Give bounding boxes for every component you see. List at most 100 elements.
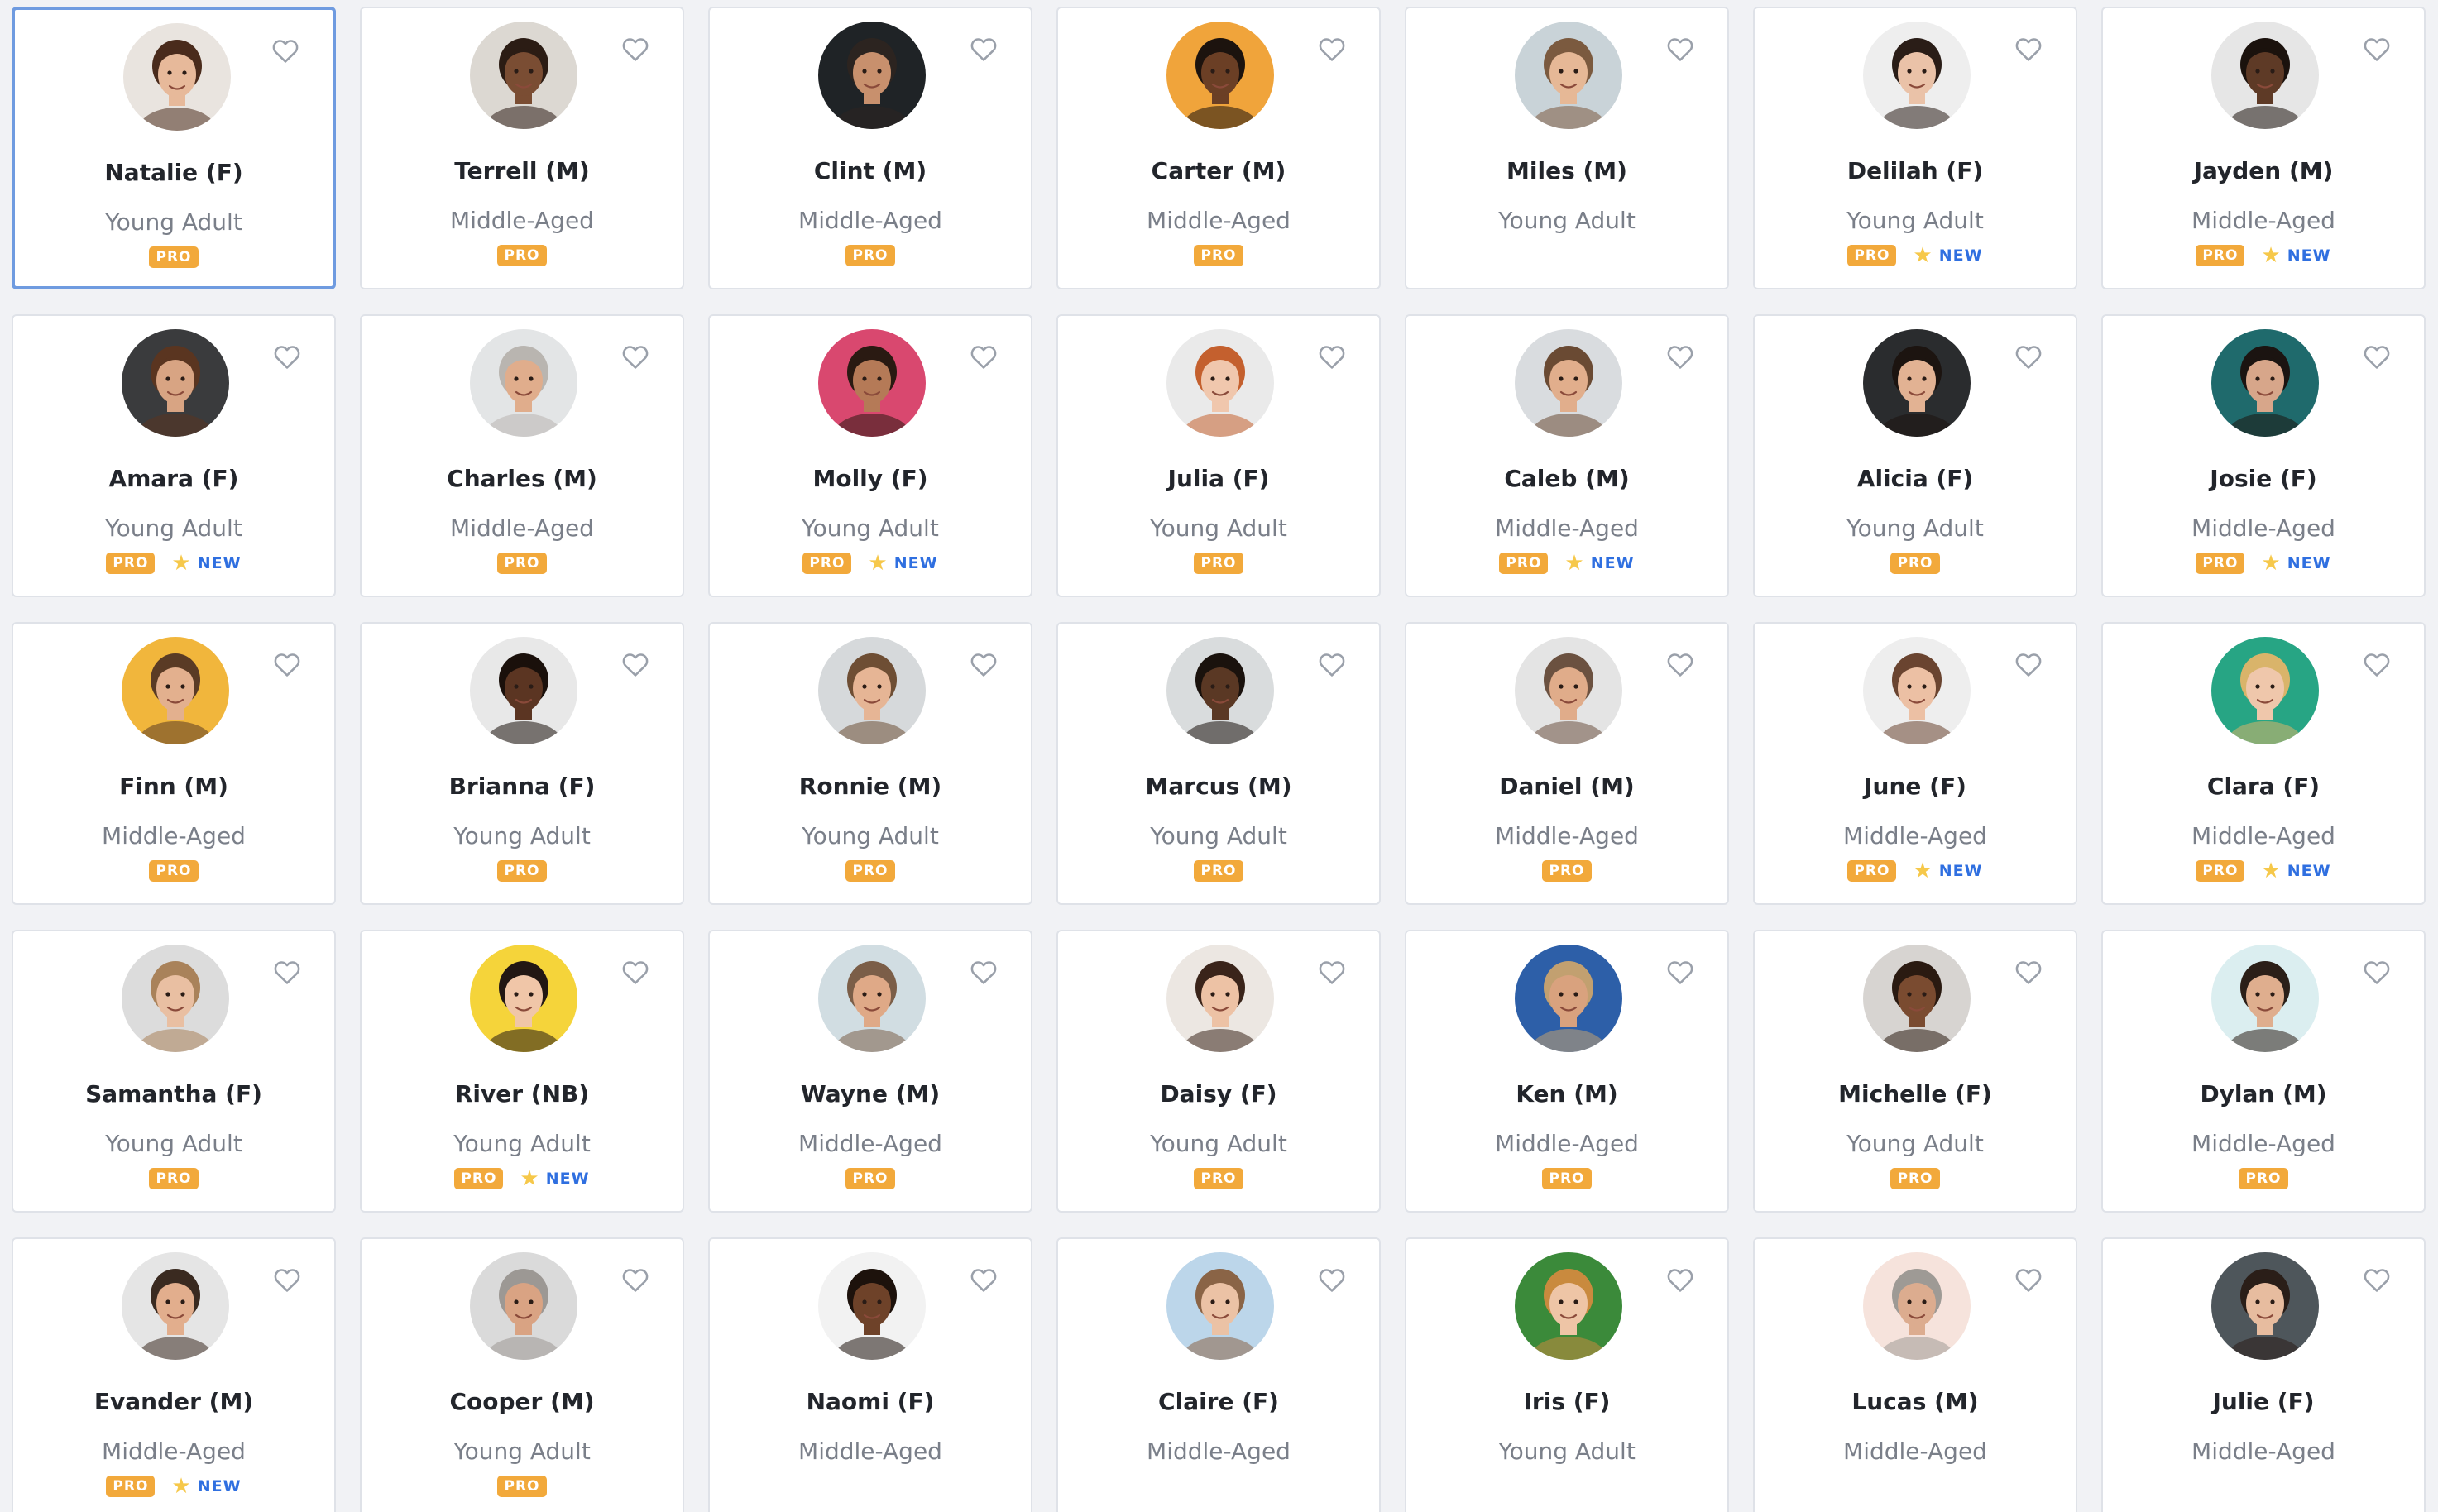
heart-outline-icon[interactable] [620, 956, 651, 988]
avatar-card[interactable]: Delilah (F) Young Adult PRO ★ NEW [1753, 7, 2077, 289]
avatar-card[interactable]: Finn (M) Middle-Aged PRO [12, 622, 336, 905]
heart-outline-icon[interactable] [1664, 956, 1696, 988]
avatar-card[interactable]: Samantha (F) Young Adult PRO [12, 930, 336, 1213]
heart-outline-icon[interactable] [968, 956, 999, 988]
heart-outline-icon[interactable] [968, 33, 999, 65]
badge-row: PRO [13, 1168, 334, 1189]
avatar-card[interactable]: Claire (F) Middle-Aged [1056, 1237, 1381, 1512]
heart-outline-icon[interactable] [1316, 341, 1348, 372]
heart-outline-icon[interactable] [1664, 33, 1696, 65]
heart-outline-icon[interactable] [1316, 1264, 1348, 1295]
avatar-card[interactable]: Naomi (F) Middle-Aged [708, 1237, 1032, 1512]
avatar-card[interactable]: Michelle (F) Young Adult PRO [1753, 930, 2077, 1213]
avatar-card[interactable]: Caleb (M) Middle-Aged PRO ★ NEW [1405, 314, 1729, 597]
avatar-name: Lucas (M) [1851, 1388, 1979, 1415]
new-badge-group: ★ NEW [868, 553, 937, 574]
avatar-card[interactable]: Clara (F) Middle-Aged PRO ★ NEW [2101, 622, 2426, 905]
heart-outline-icon[interactable] [2361, 1264, 2392, 1295]
avatar-card[interactable]: Daisy (F) Young Adult PRO [1056, 930, 1381, 1213]
pro-badge: PRO [497, 860, 547, 882]
avatar-card[interactable]: Marcus (M) Young Adult PRO [1056, 622, 1381, 905]
heart-outline-icon[interactable] [2361, 33, 2392, 65]
heart-outline-icon[interactable] [2013, 956, 2044, 988]
heart-outline-icon[interactable] [2013, 341, 2044, 372]
heart-outline-icon[interactable] [2013, 33, 2044, 65]
avatar-card[interactable]: Ken (M) Middle-Aged PRO [1405, 930, 1729, 1213]
heart-outline-icon[interactable] [1664, 341, 1696, 372]
heart-outline-icon[interactable] [620, 1264, 651, 1295]
avatar-portrait [1863, 945, 1971, 1052]
heart-outline-icon[interactable] [968, 1264, 999, 1295]
new-badge: NEW [197, 1477, 242, 1495]
avatar-card[interactable]: River (NB) Young Adult PRO ★ NEW [360, 930, 684, 1213]
heart-outline-icon[interactable] [1316, 648, 1348, 680]
avatar-name: Molly (F) [812, 465, 928, 492]
avatar-card[interactable]: Dylan (M) Middle-Aged PRO [2101, 930, 2426, 1213]
avatar-card[interactable]: Jayden (M) Middle-Aged PRO ★ NEW [2101, 7, 2426, 289]
heart-outline-icon[interactable] [271, 341, 303, 372]
heart-outline-icon[interactable] [1664, 1264, 1696, 1295]
avatar-card[interactable]: June (F) Middle-Aged PRO ★ NEW [1753, 622, 2077, 905]
avatar-name: Amara (F) [108, 465, 239, 492]
avatar-card[interactable]: Lucas (M) Middle-Aged [1753, 1237, 2077, 1512]
avatar-card[interactable]: Julie (F) Middle-Aged [2101, 1237, 2426, 1512]
heart-outline-icon[interactable] [271, 1264, 303, 1295]
heart-outline-icon[interactable] [2013, 648, 2044, 680]
badge-row: PRO [13, 860, 334, 882]
avatar-card[interactable]: Wayne (M) Middle-Aged PRO [708, 930, 1032, 1213]
avatar-card[interactable]: Brianna (F) Young Adult PRO [360, 622, 684, 905]
badge-row: PRO [1058, 553, 1379, 574]
badge-row: PRO ★ NEW [1406, 553, 1727, 574]
heart-outline-icon[interactable] [1664, 648, 1696, 680]
heart-outline-icon[interactable] [2361, 956, 2392, 988]
avatar-card[interactable]: Ronnie (M) Young Adult PRO [708, 622, 1032, 905]
avatar-name: Miles (M) [1506, 157, 1627, 184]
badge-row: PRO ★ NEW [2103, 245, 2424, 266]
heart-outline-icon[interactable] [2361, 341, 2392, 372]
avatar-portrait [1166, 22, 1274, 129]
avatar-card[interactable]: Miles (M) Young Adult [1405, 7, 1729, 289]
pro-badge: PRO [2239, 1168, 2288, 1189]
heart-outline-icon[interactable] [1316, 33, 1348, 65]
badge-row: PRO [710, 1168, 1031, 1189]
avatar-card[interactable]: Natalie (F) Young Adult PRO [12, 7, 336, 289]
heart-outline-icon[interactable] [270, 35, 301, 66]
heart-outline-icon[interactable] [1316, 956, 1348, 988]
avatar-card[interactable]: Amara (F) Young Adult PRO ★ NEW [12, 314, 336, 597]
heart-outline-icon[interactable] [2361, 648, 2392, 680]
star-icon: ★ [520, 1166, 539, 1191]
badge-row: PRO [2103, 1168, 2424, 1189]
avatar-card[interactable]: Iris (F) Young Adult [1405, 1237, 1729, 1512]
heart-outline-icon[interactable] [620, 341, 651, 372]
avatar-card[interactable]: Charles (M) Middle-Aged PRO [360, 314, 684, 597]
heart-outline-icon[interactable] [2013, 1264, 2044, 1295]
new-badge: NEW [2287, 246, 2331, 265]
avatar-card[interactable]: Evander (M) Middle-Aged PRO ★ NEW [12, 1237, 336, 1512]
badge-row: PRO ★ NEW [1755, 245, 2076, 266]
pro-badge: PRO [497, 1476, 547, 1497]
heart-outline-icon[interactable] [620, 648, 651, 680]
avatar-portrait [818, 22, 926, 129]
badge-row: PRO [362, 553, 683, 574]
heart-outline-icon[interactable] [620, 33, 651, 65]
avatar-card[interactable]: Julia (F) Young Adult PRO [1056, 314, 1381, 597]
avatar-portrait [1863, 22, 1971, 129]
avatar-age-group: Middle-Aged [1147, 207, 1291, 234]
avatar-card[interactable]: Cooper (M) Young Adult PRO [360, 1237, 684, 1512]
avatar-name: Marcus (M) [1145, 773, 1292, 800]
avatar-card[interactable]: Carter (M) Middle-Aged PRO [1056, 7, 1381, 289]
avatar-portrait [2211, 945, 2319, 1052]
avatar-age-group: Middle-Aged [2191, 207, 2335, 234]
heart-outline-icon[interactable] [271, 648, 303, 680]
heart-outline-icon[interactable] [968, 648, 999, 680]
avatar-name: Julia (F) [1167, 465, 1270, 492]
avatar-card[interactable]: Clint (M) Middle-Aged PRO [708, 7, 1032, 289]
avatar-card[interactable]: Terrell (M) Middle-Aged PRO [360, 7, 684, 289]
heart-outline-icon[interactable] [968, 341, 999, 372]
heart-outline-icon[interactable] [271, 956, 303, 988]
avatar-card[interactable]: Molly (F) Young Adult PRO ★ NEW [708, 314, 1032, 597]
avatar-card[interactable]: Josie (F) Middle-Aged PRO ★ NEW [2101, 314, 2426, 597]
avatar-card[interactable]: Daniel (M) Middle-Aged PRO [1405, 622, 1729, 905]
avatar-card[interactable]: Alicia (F) Young Adult PRO [1753, 314, 2077, 597]
avatar-portrait [818, 637, 926, 744]
